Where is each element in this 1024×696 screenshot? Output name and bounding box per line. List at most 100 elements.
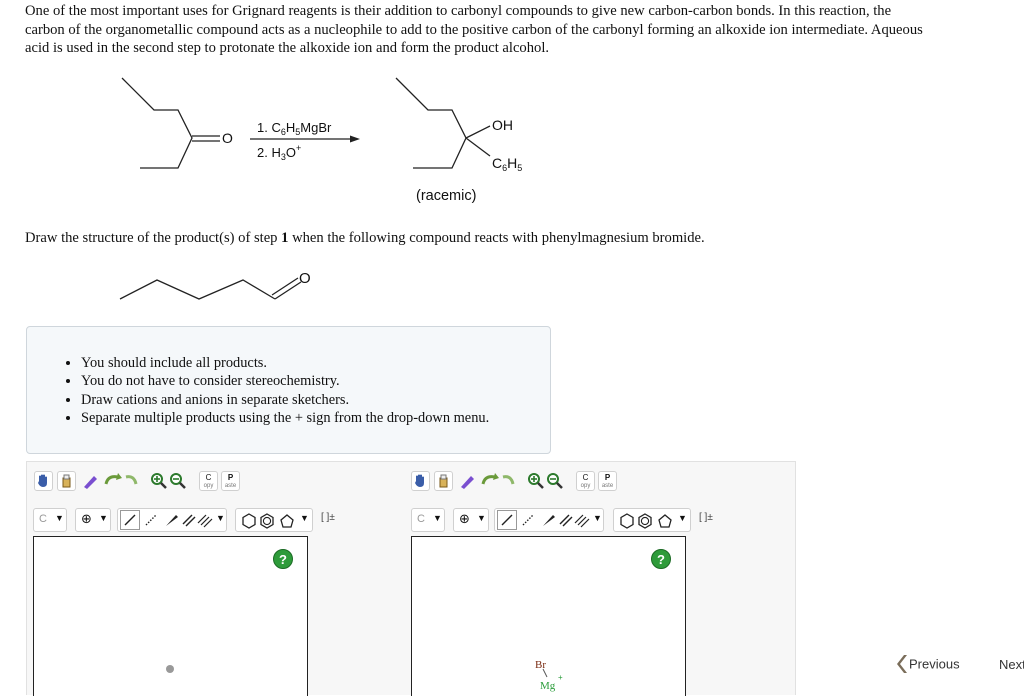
next-label: Next	[999, 657, 1024, 672]
erase-tool-button[interactable]	[434, 471, 453, 491]
undo-icon[interactable]	[479, 472, 501, 490]
bond-tools-group: ▼	[494, 508, 604, 532]
move-tool-button[interactable]	[411, 471, 430, 491]
reaction-arrow	[250, 135, 360, 143]
product-phenyl: C6H5	[492, 155, 522, 173]
instructions-list: You should include all products. You do …	[27, 354, 489, 427]
undo-icon[interactable]	[102, 472, 124, 490]
element-dropdown[interactable]: C ▼	[33, 508, 67, 532]
paste-sublabel: aste	[224, 483, 237, 489]
paste-label: P	[227, 473, 234, 482]
chevron-down-icon: ▼	[99, 513, 108, 523]
sketcher-2-canvas[interactable]: ? Br Mg +	[411, 536, 686, 696]
bromine-atom: Br	[535, 659, 546, 671]
cyclohexane-icon[interactable]	[240, 512, 258, 530]
redo-icon[interactable]	[499, 472, 517, 490]
charge-plus-icon: ⊕	[81, 512, 92, 527]
instruction-item: You should include all products.	[81, 354, 489, 372]
erase-tool-button[interactable]	[57, 471, 76, 491]
eraser-icon	[62, 474, 71, 488]
paste-sublabel: aste	[601, 483, 614, 489]
reactant-structure	[121, 77, 220, 169]
benzene-icon[interactable]	[258, 512, 276, 530]
chevron-down-icon[interactable]: ▼	[678, 513, 687, 523]
sketcher-1-canvas[interactable]: ?	[33, 536, 308, 696]
previous-button[interactable]: Previous	[897, 654, 960, 674]
chevron-left-icon	[897, 655, 907, 673]
triple-bond-icon[interactable]	[573, 511, 591, 529]
racemic-label: (racemic)	[416, 188, 476, 204]
magnesium-atom: Mg	[540, 680, 556, 692]
instruction-item: Draw cations and anions in separate sket…	[81, 391, 489, 409]
chevron-down-icon: ▼	[477, 513, 486, 523]
instruction-item: Separate multiple products using the + s…	[81, 409, 489, 427]
triple-bond-icon[interactable]	[196, 511, 214, 529]
intro-paragraph: One of the most important uses for Grign…	[25, 2, 1024, 58]
charge-dropdown[interactable]: ⊕ ▼	[75, 508, 111, 532]
question-text: Draw the structure of the product(s) of …	[25, 230, 705, 246]
paste-label: P	[604, 473, 611, 482]
hashed-bond-icon[interactable]	[519, 511, 537, 529]
charge-plus-icon: ⊕	[459, 512, 470, 527]
copy-sublabel: opy	[580, 483, 591, 489]
reagent-step-1: 1. C6H5MgBr	[257, 120, 332, 137]
given-compound: O	[119, 270, 311, 300]
instructions-box: You should include all products. You do …	[26, 326, 551, 454]
wedge-bond-icon[interactable]	[539, 511, 557, 529]
zoom-in-icon[interactable]	[150, 472, 168, 490]
intro-line-1: One of the most important uses for Grign…	[25, 3, 892, 19]
next-button[interactable]: Next	[999, 657, 1024, 672]
bracket-button[interactable]: [ ]±	[697, 508, 719, 532]
bracket-label: [ ]±	[321, 512, 335, 523]
chevron-down-icon[interactable]: ▼	[300, 513, 309, 523]
copy-label: C	[582, 473, 589, 482]
element-dropdown[interactable]: C ▼	[411, 508, 445, 532]
cyclopentane-icon[interactable]	[278, 512, 296, 530]
hashed-bond-icon[interactable]	[142, 511, 160, 529]
phenylmagnesium-bromide-drawing: Br Mg +	[535, 659, 563, 692]
intro-line-2: carbon of the organometallic compound ac…	[25, 21, 923, 38]
charge-dropdown[interactable]: ⊕ ▼	[453, 508, 489, 532]
bond-tools-group: ▼	[117, 508, 227, 532]
copy-sublabel: opy	[203, 483, 214, 489]
copy-button[interactable]: C opy	[199, 471, 218, 491]
single-bond-icon[interactable]	[120, 510, 140, 530]
draw-pencil-icon[interactable]	[81, 472, 101, 490]
product-hydroxyl: OH	[492, 117, 513, 133]
zoom-out-icon[interactable]	[169, 472, 187, 490]
chevron-down-icon[interactable]: ▼	[216, 513, 225, 523]
chevron-down-icon: ▼	[55, 513, 64, 523]
compound-oxygen: O	[299, 270, 311, 287]
help-button[interactable]: ?	[273, 549, 293, 569]
zoom-in-icon[interactable]	[527, 472, 545, 490]
cyclohexane-icon[interactable]	[618, 512, 636, 530]
reaction-scheme: O 1. C6H5MgBr 2. H3O+ OH C6H5 (racemic)	[121, 77, 522, 204]
bracket-label: [ ]±	[699, 512, 713, 523]
single-bond-icon[interactable]	[497, 510, 517, 530]
benzene-icon[interactable]	[636, 512, 654, 530]
intro-line-3: acid is used in the second step to proto…	[25, 40, 550, 56]
product-structure	[395, 77, 491, 169]
instruction-item: You do not have to consider stereochemis…	[81, 372, 489, 390]
cyclopentane-icon[interactable]	[656, 512, 674, 530]
eraser-icon	[439, 474, 448, 488]
chevron-down-icon[interactable]: ▼	[593, 513, 602, 523]
paste-button[interactable]: P aste	[598, 471, 617, 491]
ring-tools-group: ▼	[235, 508, 313, 532]
hand-icon	[415, 474, 424, 487]
bracket-button[interactable]: [ ]±	[319, 508, 341, 532]
cursor-dot	[166, 665, 174, 673]
paste-button[interactable]: P aste	[221, 471, 240, 491]
help-button[interactable]: ?	[651, 549, 671, 569]
wedge-bond-icon[interactable]	[162, 511, 180, 529]
ring-tools-group: ▼	[613, 508, 691, 532]
reactant-oxygen: O	[222, 130, 233, 146]
copy-button[interactable]: C opy	[576, 471, 595, 491]
reagent-step-2: 2. H3O+	[257, 143, 301, 162]
draw-pencil-icon[interactable]	[458, 472, 478, 490]
move-tool-button[interactable]	[34, 471, 53, 491]
redo-icon[interactable]	[122, 472, 140, 490]
zoom-out-icon[interactable]	[546, 472, 564, 490]
element-label: C	[417, 513, 425, 525]
sketcher-panel: C opy P aste C ▼ ⊕ ▼ ▼ ▼ []± ? C opy P …	[26, 461, 796, 696]
